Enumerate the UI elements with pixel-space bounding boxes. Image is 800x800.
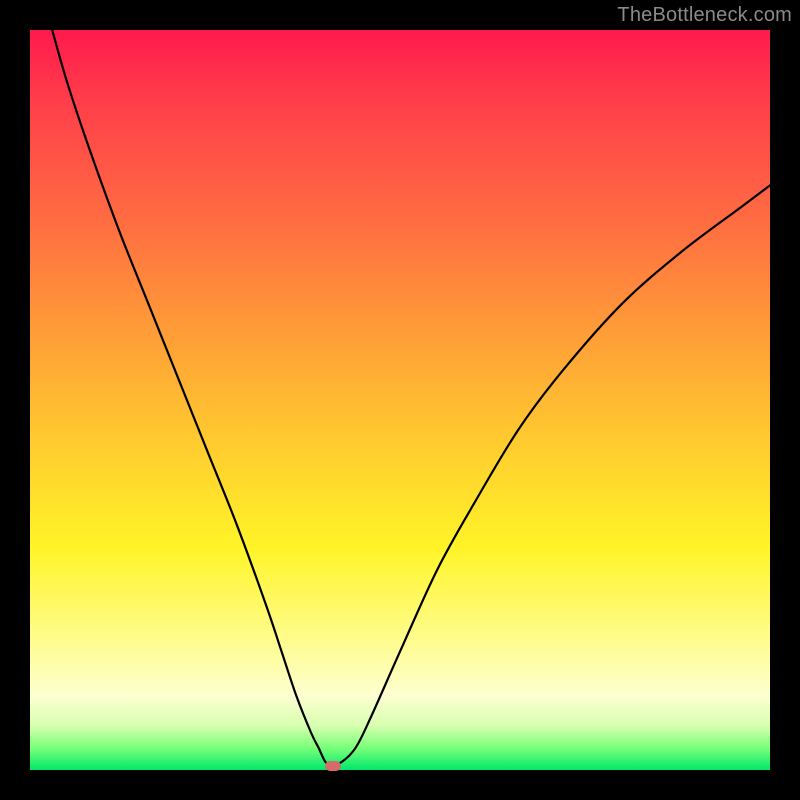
plot-area [30,30,770,770]
watermark-text: TheBottleneck.com [617,4,792,27]
bottleneck-curve [30,30,770,770]
minimum-marker [325,761,341,771]
chart-frame: TheBottleneck.com [0,0,800,800]
